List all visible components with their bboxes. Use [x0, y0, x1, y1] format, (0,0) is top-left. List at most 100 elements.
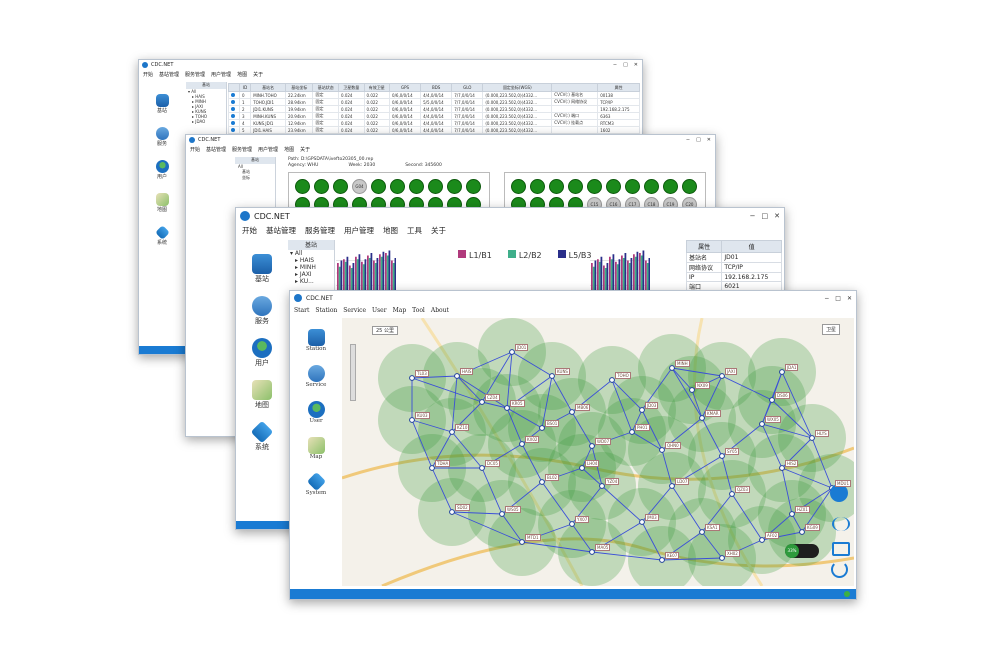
column-header[interactable]: GLO	[451, 83, 484, 92]
station-marker-icon[interactable]	[549, 373, 555, 379]
station-marker-icon[interactable]	[769, 397, 775, 403]
station-marker-icon[interactable]	[479, 399, 485, 405]
station-marker-icon[interactable]	[449, 429, 455, 435]
nav-system[interactable]: System	[298, 471, 334, 496]
station-label[interactable]: KE07	[665, 552, 680, 559]
tree-item[interactable]: ▸ MINH	[288, 264, 334, 271]
menu-start[interactable]: 开始	[143, 71, 153, 79]
refresh-icon[interactable]	[831, 561, 848, 578]
menu-start[interactable]: 开始	[242, 225, 257, 237]
antenna-icon[interactable]	[832, 517, 850, 531]
station-label[interactable]: JD03	[645, 402, 659, 409]
maximize-button[interactable]: □	[762, 212, 769, 220]
column-header[interactable]: 固定坐标(WGS)	[482, 83, 553, 92]
station-label[interactable]: HAIS	[460, 368, 474, 375]
satellite-marker[interactable]	[295, 179, 310, 194]
column-header[interactable]: 基站坐标	[284, 83, 314, 92]
maximize-button[interactable]: □	[835, 295, 841, 302]
column-header[interactable]: 卫星数量	[338, 83, 365, 92]
minimize-button[interactable]: −	[824, 295, 829, 302]
station-label[interactable]: TL03	[415, 370, 429, 377]
satellite-marker[interactable]	[549, 179, 564, 194]
station-marker-icon[interactable]	[409, 375, 415, 381]
tree-item[interactable]: ▸ JAXI	[288, 271, 334, 278]
station-label[interactable]: JD01	[515, 344, 529, 351]
tree-item[interactable]: 坐标	[235, 175, 275, 181]
tree-item[interactable]: ▸ KU...	[288, 278, 334, 285]
nav-service[interactable]: 服务	[244, 296, 280, 326]
menu-about[interactable]: 关于	[431, 225, 446, 237]
station-label[interactable]: KG09	[805, 524, 820, 531]
station-marker-icon[interactable]	[589, 443, 595, 449]
station-marker-icon[interactable]	[669, 483, 675, 489]
nav-user[interactable]: 用户	[145, 160, 179, 180]
menu-map[interactable]: Map	[393, 307, 407, 317]
table-row[interactable]: 2 JDI1.KUNS 19.94km 固定 0.024 0.022 0/6,0/0/14 4…	[228, 105, 640, 113]
satellite-marker[interactable]	[606, 179, 621, 194]
nav-map[interactable]: 地图	[244, 380, 280, 410]
satellite-marker[interactable]	[568, 179, 583, 194]
station-label[interactable]: WD07	[595, 438, 612, 445]
station-marker-icon[interactable]	[809, 435, 815, 441]
station-marker-icon[interactable]	[699, 415, 705, 421]
nav-user[interactable]: User	[298, 401, 334, 424]
station-marker-icon[interactable]	[759, 537, 765, 543]
menu-station[interactable]: 基站管理	[159, 71, 179, 79]
station-label[interactable]: SY05	[725, 448, 740, 455]
station-marker-icon[interactable]	[609, 377, 615, 383]
menu-about[interactable]: 关于	[300, 146, 310, 154]
station-label[interactable]: HIS2	[785, 460, 799, 467]
menu-start[interactable]: Start	[294, 307, 309, 317]
station-marker-icon[interactable]	[789, 511, 795, 517]
station-label[interactable]: DC05	[485, 460, 500, 467]
station-marker-icon[interactable]	[504, 405, 510, 411]
close-button[interactable]: ✕	[847, 295, 852, 302]
nav-service[interactable]: 服务	[145, 127, 179, 147]
station-label[interactable]: SD02	[455, 504, 470, 511]
nav-station[interactable]: 基站	[244, 254, 280, 284]
station-marker-icon[interactable]	[429, 465, 435, 471]
station-label[interactable]: KUNS	[555, 368, 570, 375]
map-type-toggle[interactable]: 卫星	[821, 324, 840, 335]
station-label[interactable]: KR05	[510, 400, 525, 407]
nav-station[interactable]: 基站	[145, 94, 179, 114]
menu-map[interactable]: 地图	[237, 71, 247, 79]
station-label[interactable]: HZ01	[795, 506, 810, 513]
station-label[interactable]: TDHA	[435, 460, 451, 467]
maximize-button[interactable]: □	[696, 137, 701, 143]
minimize-button[interactable]: −	[613, 62, 617, 68]
satellite-marker[interactable]	[625, 179, 640, 194]
satellite-marker[interactable]	[682, 179, 697, 194]
station-marker-icon[interactable]	[799, 529, 805, 535]
station-label[interactable]: WS05	[505, 506, 521, 513]
station-marker-icon[interactable]	[729, 491, 735, 497]
minimize-button[interactable]: −	[750, 212, 756, 220]
satellite-marker[interactable]	[409, 179, 424, 194]
station-marker-icon[interactable]	[599, 483, 605, 489]
menu-about[interactable]: About	[431, 307, 449, 317]
station-label[interactable]: YX07	[575, 516, 590, 523]
column-header[interactable]	[228, 83, 240, 92]
maximize-button[interactable]: □	[623, 62, 628, 68]
station-marker-icon[interactable]	[479, 465, 485, 471]
satellite-marker[interactable]	[644, 179, 659, 194]
station-marker-icon[interactable]	[539, 425, 545, 431]
menu-about[interactable]: 关于	[253, 71, 263, 79]
zoom-slider[interactable]	[350, 344, 356, 401]
nav-system[interactable]: 系统	[145, 225, 179, 246]
station-label[interactable]: HLYS	[815, 430, 829, 437]
menu-user[interactable]: 用户管理	[258, 146, 278, 154]
satellite-marker[interactable]	[371, 179, 386, 194]
station-label[interactable]: KU03	[415, 412, 430, 419]
close-button[interactable]: ✕	[634, 62, 638, 68]
satellite-marker[interactable]	[447, 179, 462, 194]
menu-map[interactable]: 地图	[383, 225, 398, 237]
station-label[interactable]: JM03	[645, 514, 659, 521]
minimize-button[interactable]: −	[686, 137, 690, 143]
menu-user[interactable]: User	[372, 307, 387, 317]
station-label[interactable]: KX02	[525, 436, 540, 443]
station-marker-icon[interactable]	[454, 373, 460, 379]
station-label[interactable]: BS01	[545, 420, 560, 427]
column-header[interactable]: ID	[238, 83, 252, 92]
column-header[interactable]: 属性	[597, 83, 640, 92]
